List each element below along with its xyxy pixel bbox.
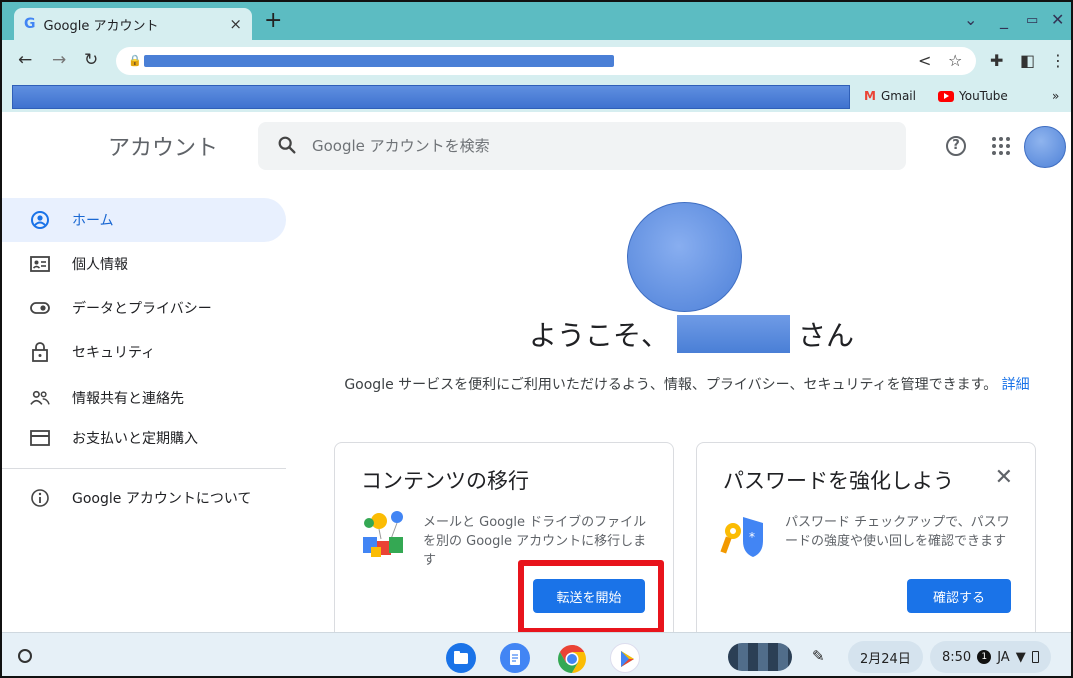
dismiss-card-icon[interactable]: ✕ [995, 465, 1013, 490]
sidebar-item-data-privacy[interactable]: データとプライバシー [2, 286, 286, 330]
sidebar-item-sharing[interactable]: 情報共有と連絡先 [2, 376, 286, 420]
bookmark-gmail[interactable]: M Gmail [864, 89, 916, 103]
sidebar-item-label: お支払いと定期購入 [72, 431, 198, 447]
ime-label: JA [997, 649, 1010, 665]
info-icon [30, 488, 50, 508]
bookmark-gmail-label: Gmail [880, 89, 916, 103]
restore-icon[interactable]: ▭ [1026, 13, 1038, 28]
page-title: アカウント [108, 136, 219, 161]
sidebar-item-payments[interactable]: お支払いと定期購入 [2, 416, 286, 460]
window-close-icon[interactable]: ✕ [1051, 10, 1064, 29]
sidebar-divider [2, 468, 286, 469]
card-description: パスワード チェックアップで、パスワードの強度や使い回しを確認できます [785, 515, 1010, 549]
intro-body: Google サービスを便利にご利用いただけるよう、情報、プライバシー、セキュリ… [344, 377, 998, 393]
redacted-url [144, 55, 614, 67]
search-input[interactable] [312, 134, 872, 158]
chromeos-shelf: ✎ 2月24日 8:50 1 JA ▼ [2, 632, 1071, 676]
content-transfer-icon [363, 511, 403, 557]
lock-icon [30, 342, 50, 362]
holding-space-thumbnails[interactable] [728, 643, 792, 671]
sidebar-item-label: セキュリティ [72, 345, 156, 361]
google-apps-icon[interactable] [992, 137, 1010, 155]
avatar[interactable] [1024, 126, 1066, 168]
welcome-heading: ようこそ、 さん [529, 314, 854, 354]
address-bar[interactable]: 🔒 [116, 47, 976, 75]
profile-photo[interactable] [627, 202, 742, 312]
battery-icon [1031, 651, 1039, 663]
tab-search-icon[interactable]: ⌄ [964, 10, 977, 29]
youtube-icon [938, 90, 954, 102]
sidebar-item-security[interactable]: セキュリティ [2, 330, 286, 374]
time-label: 8:50 [942, 649, 972, 665]
back-arrow-icon[interactable]: ← [18, 50, 32, 70]
sidebar-item-about[interactable]: Google アカウントについて [2, 476, 286, 520]
tab-close-icon[interactable]: × [229, 15, 242, 33]
google-favicon-icon: G [24, 16, 36, 32]
tab-title: Google アカウント [43, 18, 159, 34]
learn-more-link[interactable]: 詳細 [1002, 377, 1030, 393]
chrome-app-icon[interactable] [556, 643, 586, 673]
extensions-icon[interactable]: ✚ [990, 51, 1003, 70]
people-icon [30, 388, 50, 408]
bookmarks-bar: M Gmail YouTube » [2, 82, 1071, 112]
search-icon [278, 136, 296, 154]
welcome-suffix: さん [798, 319, 855, 352]
tab-strip: G Google アカウント × + ⌄ _ ▭ ✕ [2, 2, 1071, 40]
redacted-user-name [677, 315, 791, 353]
card-title: パスワードを強化しよう [723, 469, 954, 493]
home-icon [30, 210, 50, 230]
sidebar-item-home[interactable]: ホーム [2, 198, 286, 242]
screen: G Google アカウント × + ⌄ _ ▭ ✕ ← → ↻ 🔒 < ☆ ✚… [0, 0, 1073, 678]
card-title: コンテンツの移行 [361, 469, 529, 493]
date-tray[interactable]: 2月24日 [848, 641, 923, 673]
highlight-box [518, 560, 664, 634]
bookmark-youtube-label: YouTube [959, 89, 1008, 103]
card-icon [30, 428, 50, 448]
password-key-icon: * [720, 517, 763, 557]
new-tab-button[interactable]: + [264, 8, 282, 33]
more-bookmarks-icon[interactable]: » [1052, 89, 1059, 103]
wifi-icon: ▼ [1015, 649, 1026, 665]
check-password-button[interactable]: 確認する [907, 579, 1011, 613]
minimize-icon[interactable]: _ [1000, 10, 1008, 29]
help-icon[interactable]: ? [946, 136, 966, 156]
files-app-icon[interactable] [446, 643, 476, 673]
stylus-icon[interactable]: ✎ [812, 647, 825, 665]
bookmark-star-icon[interactable]: ☆ [948, 51, 962, 70]
play-store-icon[interactable] [610, 643, 640, 673]
sidebar-item-label: データとプライバシー [72, 301, 212, 317]
share-icon[interactable]: < [918, 51, 931, 70]
browser-menu-icon[interactable]: ⋮ [1050, 51, 1066, 70]
reload-icon[interactable]: ↻ [84, 50, 98, 70]
gmail-icon: M [864, 89, 876, 103]
forward-arrow-icon[interactable]: → [52, 50, 66, 70]
side-panel-icon[interactable]: ◧ [1020, 51, 1035, 70]
password-checkup-card: パスワードを強化しよう ✕ * パスワード チェックアップで、パスワードの強度や… [696, 442, 1036, 642]
browser-tab[interactable]: G Google アカウント × [14, 8, 252, 40]
svg-text:*: * [749, 530, 755, 544]
sidebar-item-personal-info[interactable]: 個人情報 [2, 242, 286, 286]
sidebar-item-label: 個人情報 [72, 257, 128, 273]
id-card-icon [30, 254, 50, 274]
welcome-prefix: ようこそ、 [529, 319, 670, 352]
bookmark-youtube[interactable]: YouTube [938, 89, 1008, 103]
toggle-icon [30, 298, 50, 318]
docs-app-icon[interactable] [500, 643, 530, 673]
status-tray[interactable]: 8:50 1 JA ▼ [930, 641, 1051, 673]
sidebar-item-label: Google アカウントについて [72, 491, 252, 507]
notification-count-badge: 1 [977, 650, 992, 664]
launcher-icon[interactable] [18, 649, 32, 663]
sidebar-item-label: 情報共有と連絡先 [72, 391, 184, 407]
date-label: 2月24日 [860, 651, 911, 667]
browser-toolbar: ← → ↻ 🔒 < ☆ ✚ ◧ ⋮ [2, 40, 1071, 82]
sidebar-item-label: ホーム [72, 213, 114, 229]
redacted-bookmarks [12, 85, 850, 109]
lock-icon: 🔒 [128, 54, 142, 67]
account-search[interactable] [258, 122, 906, 170]
intro-text: Google サービスを便利にご利用いただけるよう、情報、プライバシー、セキュリ… [302, 374, 1071, 396]
